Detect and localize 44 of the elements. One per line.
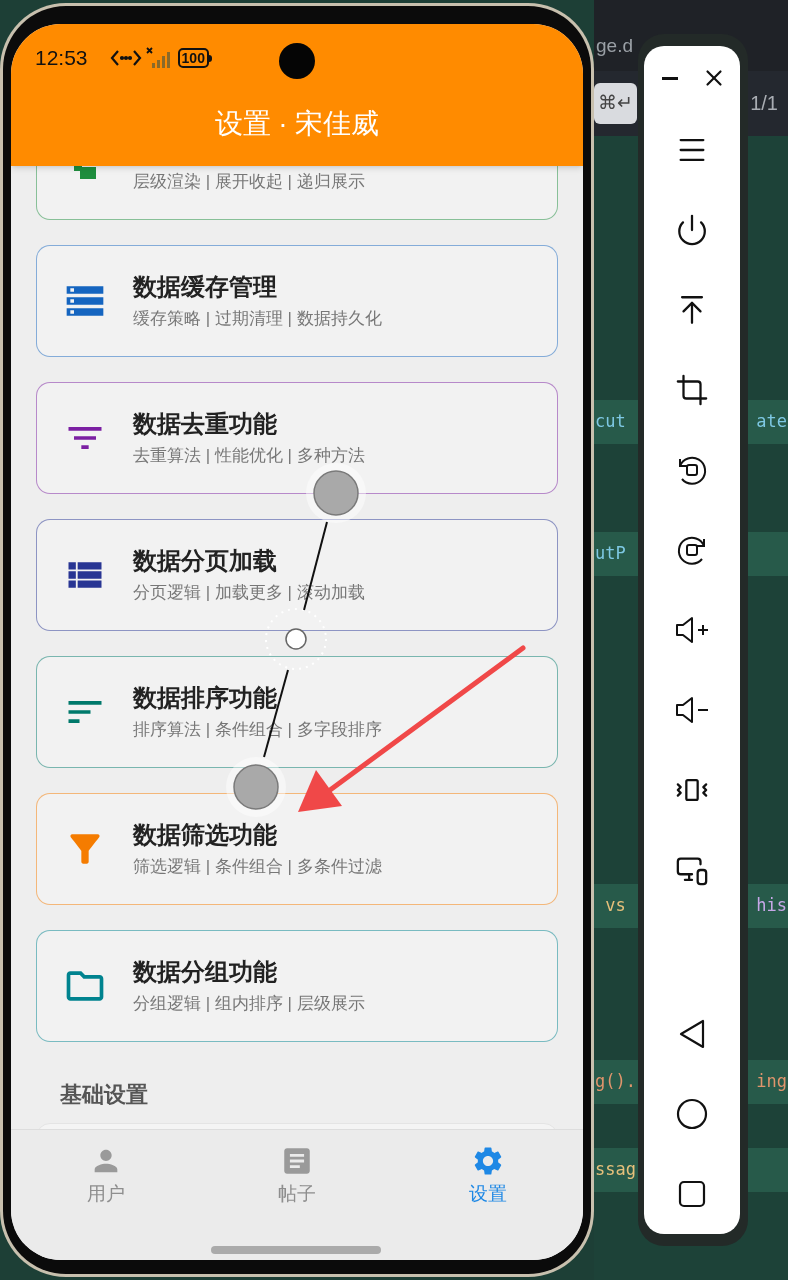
minimize-icon: [662, 76, 678, 80]
pinch-center: [265, 608, 327, 670]
card-title: 数据分页加载: [133, 546, 278, 576]
match-count: 1/1: [750, 91, 778, 117]
volume-down-icon: [674, 695, 710, 725]
card-title: 数据排序功能: [133, 683, 278, 713]
touch-point: [306, 463, 366, 523]
shortcut-hint: ⌘↵: [594, 83, 637, 124]
status-time: 12:53: [35, 45, 88, 72]
file-tab[interactable]: ge.d: [596, 32, 633, 61]
code-text: utP: [595, 542, 626, 566]
card-subtitle: 层级渲染 | 展开收起 | 递归展示: [133, 171, 365, 193]
battery-level: 100: [177, 48, 209, 68]
back-icon: [678, 1018, 706, 1050]
feature-card[interactable]: 数据筛选功能 筛选逻辑 | 条件组合 | 多条件过滤: [36, 793, 558, 905]
feature-card[interactable]: 层级渲染 | 展开收起 | 递归展示: [36, 166, 558, 220]
header-title: 设置 · 宋佳威: [214, 107, 380, 141]
card-subtitle: 分组逻辑 | 组内排序 | 层级展示: [133, 993, 365, 1015]
code-text: ing: [756, 1070, 787, 1094]
camera-hole: [279, 43, 315, 79]
code-text: cut: [595, 410, 626, 434]
crop-icon: [675, 373, 709, 407]
code-text: ate: [756, 410, 787, 434]
recents-icon: [678, 1180, 706, 1208]
card-subtitle: 筛选逻辑 | 条件组合 | 多条件过滤: [133, 856, 382, 878]
code-text: vs: [604, 894, 626, 918]
feature-card[interactable]: 数据分组功能 分组逻辑 | 组内排序 | 层级展示: [36, 930, 558, 1042]
touch-point: [226, 757, 286, 817]
feature-card[interactable]: 数据去重功能 去重算法 | 性能优化 | 多种方法: [36, 382, 558, 494]
card-title: 数据筛选功能: [133, 820, 278, 850]
home-icon: [676, 1098, 708, 1130]
card-subtitle: 缓存策略 | 过期清理 | 数据持久化: [133, 308, 382, 330]
data-transfer-icon: [109, 49, 142, 67]
card-title: 数据分组功能: [133, 957, 278, 987]
power-icon: [675, 213, 709, 247]
volume-up-icon: [674, 615, 710, 645]
code-text: g().: [595, 1070, 636, 1094]
feature-card[interactable]: 数据缓存管理 缓存策略 | 过期清理 | 数据持久化: [36, 245, 558, 357]
card-subtitle: 去重算法 | 性能优化 | 多种方法: [133, 445, 365, 467]
code-text: his: [756, 894, 787, 918]
code-text: ssag: [595, 1158, 636, 1182]
card-title: 数据去重功能: [133, 409, 278, 439]
card-title: 数据缓存管理: [133, 272, 278, 302]
section-title: 基础设置: [59, 1081, 149, 1109]
